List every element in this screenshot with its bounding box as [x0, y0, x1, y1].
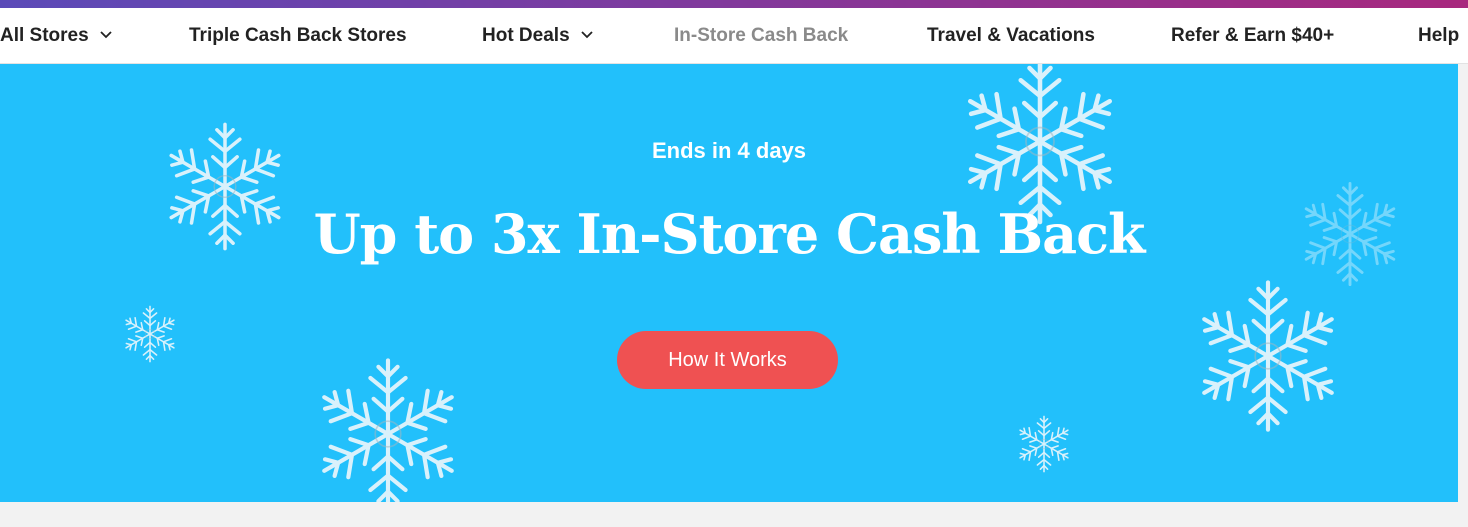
- hero-banner: Ends in 4 days Up to 3x In-Store Cash Ba…: [0, 64, 1458, 502]
- nav-item-label: Travel & Vacations: [927, 25, 1095, 46]
- nav-item-travel-vacations[interactable]: Travel & Vacations: [927, 8, 1095, 63]
- chevron-down-icon: [581, 31, 593, 39]
- nav-item-label: In-Store Cash Back: [674, 25, 849, 46]
- nav-item-in-store-cash-back[interactable]: In-Store Cash Back: [674, 8, 848, 63]
- nav-item-triple-cash-back-stores[interactable]: Triple Cash Back Stores: [189, 8, 407, 63]
- nav-item-hot-deals[interactable]: Hot Deals: [482, 8, 594, 63]
- nav-item-label: Triple Cash Back Stores: [189, 25, 407, 46]
- nav-item-help[interactable]: Help: [1418, 8, 1459, 63]
- top-gradient-bar: [0, 0, 1468, 8]
- snowflake-icon: [1010, 414, 1078, 474]
- hero-title: Up to 3x In-Store Cash Back: [313, 202, 1146, 266]
- snowflake-icon: [298, 354, 478, 502]
- nav-item-label: Help: [1418, 25, 1460, 46]
- snowflake-icon: [1178, 276, 1356, 436]
- nav-item-label: All Stores: [0, 25, 89, 46]
- main-navigation: All Stores Triple Cash Back Stores Hot D…: [0, 8, 1468, 64]
- page-edge: [1458, 64, 1468, 502]
- how-it-works-button[interactable]: How It Works: [617, 331, 838, 389]
- nav-item-refer-earn[interactable]: Refer & Earn $40+: [1171, 8, 1334, 63]
- nav-item-label: Hot Deals: [482, 25, 570, 46]
- nav-item-all-stores[interactable]: All Stores: [0, 8, 113, 63]
- snowflake-icon: [110, 304, 190, 364]
- countdown-text: Ends in 4 days: [651, 138, 807, 163]
- nav-item-label: Refer & Earn $40+: [1171, 25, 1335, 46]
- chevron-down-icon: [100, 31, 112, 39]
